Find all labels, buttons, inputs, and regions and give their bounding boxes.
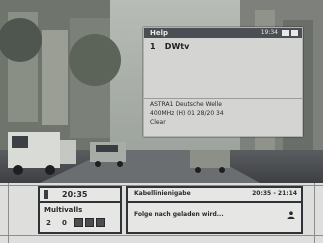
epg-panel: Kabellinienigabe 20:35 - 21:14 Folge nac… bbox=[126, 186, 303, 234]
encryption-line: Clear bbox=[150, 119, 166, 126]
bar-grid-line bbox=[0, 235, 323, 236]
next-event-title: Folge nach geladen wird... bbox=[134, 211, 224, 218]
info-time: 19:34 bbox=[260, 29, 278, 36]
channel-number: 1 bbox=[150, 42, 156, 51]
status-number-1: 2 bbox=[46, 219, 51, 227]
person-icon bbox=[287, 211, 295, 219]
bar-grid-line bbox=[314, 183, 315, 243]
channel-name: DWtv bbox=[164, 42, 190, 51]
clock-box: 20:35 bbox=[40, 188, 120, 201]
status-icons bbox=[282, 30, 298, 36]
teletext-icon bbox=[85, 218, 94, 227]
current-event-time: 20:35 - 21:14 bbox=[252, 190, 297, 197]
battery-icon bbox=[44, 190, 48, 199]
signal-icon bbox=[282, 30, 289, 36]
channel-status-box: Multivalls 2 0 bbox=[40, 203, 120, 232]
current-event: Kabellinienigabe 20:35 - 21:14 bbox=[128, 188, 301, 201]
channel-label: Multivalls bbox=[44, 206, 83, 214]
audio-icon bbox=[96, 218, 105, 227]
lock-icon bbox=[291, 30, 298, 36]
info-divider bbox=[144, 98, 302, 99]
frequency-line: 400MHz (H) 01 28/20 34 bbox=[150, 110, 224, 117]
channel-info-panel: Help 19:34 1 DWtv ASTRA1 Deutsche Welle … bbox=[143, 27, 303, 137]
clock-channel-panel: 20:35 Multivalls 2 0 bbox=[38, 186, 122, 234]
info-title: Help bbox=[150, 29, 169, 37]
current-event-title: Kabellinienigabe bbox=[134, 190, 191, 197]
channel-line: 1 DWtv bbox=[150, 42, 189, 51]
subtitle-icon bbox=[74, 218, 83, 227]
bar-grid-line bbox=[8, 183, 9, 243]
next-event: Folge nach geladen wird... bbox=[128, 203, 301, 232]
satellite-line: ASTRA1 Deutsche Welle bbox=[150, 101, 222, 108]
clock-time: 20:35 bbox=[62, 190, 88, 199]
status-number-2: 0 bbox=[62, 219, 67, 227]
info-title-bar: Help 19:34 bbox=[144, 28, 302, 38]
